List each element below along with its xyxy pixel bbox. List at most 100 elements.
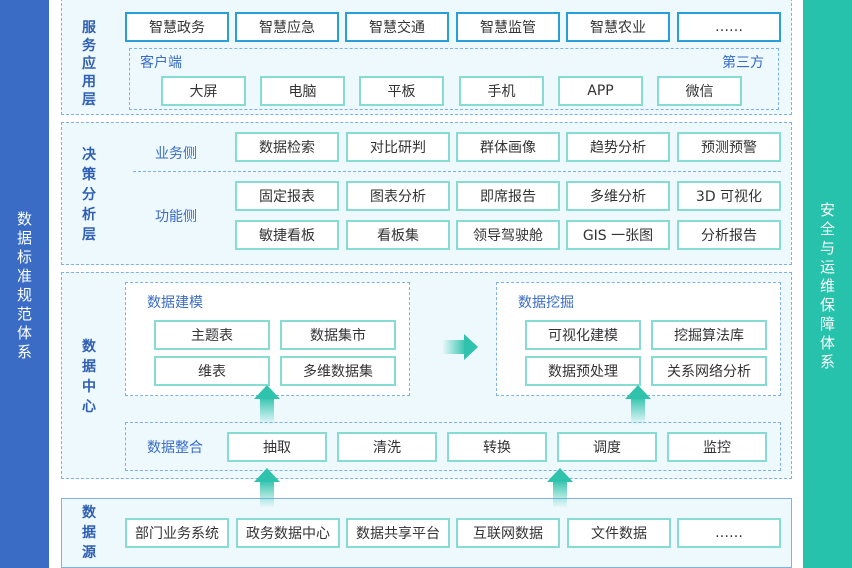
data-standards-label: 数据标准规范体系	[0, 210, 49, 362]
char: 层	[82, 227, 96, 243]
char: 数	[82, 505, 96, 521]
source-item[interactable]: 数据共享平台	[346, 518, 450, 548]
modeling-item[interactable]: 数据集市	[280, 320, 396, 350]
char: 安	[819, 201, 835, 219]
source-to-integration-arrow-2-icon	[547, 468, 573, 508]
data-integration-label: 数据整合	[147, 440, 203, 456]
decision-layer-title: 决策分析层	[79, 145, 99, 245]
modeling-to-mining-arrow-icon	[442, 334, 478, 360]
char: 规	[16, 286, 32, 304]
char: 体	[819, 334, 835, 352]
char: 策	[82, 167, 96, 183]
function-item[interactable]: 图表分析	[346, 181, 450, 211]
business-side-label: 业务侧	[155, 146, 197, 162]
data-source-title: 数据源	[79, 503, 99, 563]
client-item[interactable]: 电脑	[260, 76, 345, 106]
char: 数	[16, 210, 32, 228]
char: 系	[16, 343, 32, 361]
function-item[interactable]: GIS 一张图	[566, 220, 670, 250]
char: 决	[82, 147, 96, 163]
char: 据	[82, 359, 96, 375]
client-item[interactable]: 大屏	[161, 76, 246, 106]
decision-divider	[133, 171, 781, 172]
security-ops-sidebar: 安全与运维保障体系	[803, 0, 852, 568]
app-item[interactable]: ……	[677, 12, 781, 42]
modeling-item[interactable]: 主题表	[154, 320, 270, 350]
data-mining-label: 数据挖掘	[518, 295, 574, 311]
modeling-item[interactable]: 多维数据集	[280, 356, 396, 386]
integration-item[interactable]: 抽取	[227, 432, 327, 462]
char: 保	[819, 296, 835, 314]
integration-to-modeling-arrow-icon	[254, 385, 280, 425]
business-item[interactable]: 趋势分析	[566, 132, 670, 162]
source-item[interactable]: 部门业务系统	[125, 518, 229, 548]
char: 准	[16, 267, 32, 285]
security-ops-label: 安全与运维保障体系	[803, 201, 852, 372]
char: 分	[82, 187, 96, 203]
char: 运	[819, 258, 835, 276]
integration-item[interactable]: 转换	[447, 432, 547, 462]
char: 中	[82, 379, 96, 395]
char: 范	[16, 305, 32, 323]
client-item[interactable]: 平板	[359, 76, 444, 106]
business-item[interactable]: 群体画像	[456, 132, 560, 162]
function-item[interactable]: 敏捷看板	[235, 220, 339, 250]
source-item[interactable]: ……	[677, 518, 781, 548]
data-modeling-label: 数据建模	[147, 295, 203, 311]
business-item[interactable]: 预测预警	[677, 132, 781, 162]
char: 用	[82, 74, 96, 90]
integration-item[interactable]: 清洗	[337, 432, 437, 462]
function-item[interactable]: 分析报告	[677, 220, 781, 250]
char: 源	[82, 545, 96, 561]
char: 析	[82, 207, 96, 223]
char: 与	[819, 239, 835, 257]
data-center-title: 数据中心	[79, 337, 99, 417]
client-item[interactable]: 手机	[459, 76, 544, 106]
function-side-label: 功能侧	[155, 209, 197, 225]
source-item[interactable]: 互联网数据	[456, 518, 560, 548]
source-to-integration-arrow-icon	[254, 468, 280, 508]
function-item[interactable]: 3D 可视化	[677, 181, 781, 211]
char: 务	[82, 38, 96, 54]
function-item[interactable]: 即席报告	[456, 181, 560, 211]
char: 应	[82, 56, 96, 72]
char: 心	[82, 399, 96, 415]
service-layer-title: 服务应用层	[79, 19, 99, 109]
source-item[interactable]: 政务数据中心	[236, 518, 340, 548]
function-item[interactable]: 多维分析	[566, 181, 670, 211]
integration-item[interactable]: 监控	[667, 432, 767, 462]
function-item[interactable]: 领导驾驶舱	[456, 220, 560, 250]
app-item[interactable]: 智慧交通	[345, 12, 449, 42]
client-item[interactable]: 微信	[657, 76, 742, 106]
third-party-label: 第三方	[722, 55, 764, 71]
char: 维	[819, 277, 835, 295]
integration-to-mining-arrow-icon	[625, 385, 651, 425]
client-item[interactable]: APP	[558, 76, 643, 106]
char: 据	[82, 525, 96, 541]
data-standards-sidebar: 数据标准规范体系	[0, 0, 49, 568]
app-item[interactable]: 智慧农业	[566, 12, 670, 42]
mining-item[interactable]: 可视化建模	[525, 320, 641, 350]
app-item[interactable]: 智慧应急	[235, 12, 339, 42]
business-item[interactable]: 数据检索	[235, 132, 339, 162]
char: 标	[16, 248, 32, 266]
char: 系	[819, 353, 835, 371]
mining-item[interactable]: 数据预处理	[525, 356, 641, 386]
char: 体	[16, 324, 32, 342]
app-item[interactable]: 智慧政务	[125, 12, 229, 42]
char: 层	[82, 92, 96, 108]
mining-item[interactable]: 挖掘算法库	[651, 320, 767, 350]
char: 障	[819, 315, 835, 333]
char: 全	[819, 220, 835, 238]
function-item[interactable]: 固定报表	[235, 181, 339, 211]
source-item[interactable]: 文件数据	[567, 518, 671, 548]
function-item[interactable]: 看板集	[346, 220, 450, 250]
modeling-item[interactable]: 维表	[154, 356, 270, 386]
integration-item[interactable]: 调度	[557, 432, 657, 462]
char: 服	[82, 20, 96, 36]
client-label: 客户端	[140, 55, 182, 71]
business-item[interactable]: 对比研判	[346, 132, 450, 162]
mining-item[interactable]: 关系网络分析	[651, 356, 767, 386]
app-item[interactable]: 智慧监管	[456, 12, 560, 42]
char: 数	[82, 339, 96, 355]
